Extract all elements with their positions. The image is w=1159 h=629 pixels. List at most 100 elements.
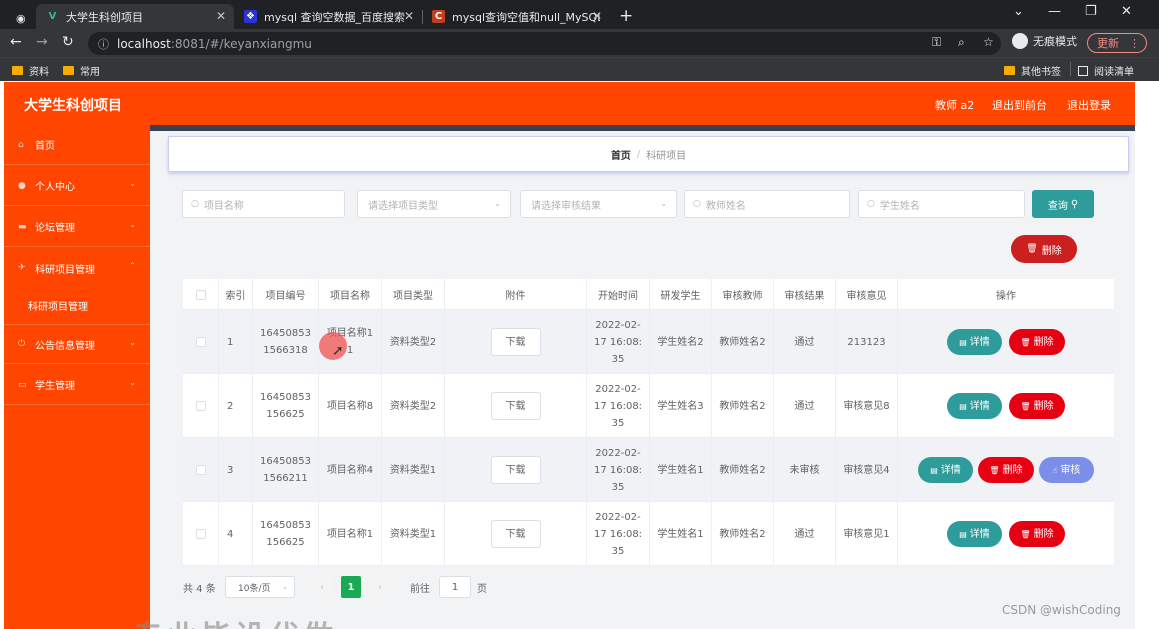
code-line: 16450853	[260, 520, 311, 531]
actions-cell: ▤ 详情 🗑 删除	[898, 374, 1114, 438]
download-button[interactable]: 下载	[490, 328, 541, 356]
goto-page-input[interactable]: 1	[439, 576, 471, 598]
reload-icon[interactable]: ↻	[62, 34, 74, 50]
reading-list[interactable]: 阅读清单	[1078, 63, 1134, 78]
breadcrumb-home[interactable]: 首页	[611, 147, 631, 162]
select-all-checkbox[interactable]	[195, 289, 206, 300]
browser-tab-strip: ◉ V 大学生科创项目 ✕ ❖ mysql 查询空数据_百度搜索 ✕ C mys…	[0, 0, 1159, 29]
url-input[interactable]: ⓘ localhost :8081/#/keyanxiangmu	[88, 32, 1001, 55]
key-icon[interactable]: ⚿	[932, 35, 941, 50]
bookmark-star-icon[interactable]: ☆	[983, 35, 994, 49]
sidebar-item-forum[interactable]: ▬ 论坛管理 ⌄	[4, 207, 150, 247]
search-icon: ○	[693, 199, 701, 209]
row-checkbox[interactable]	[195, 401, 206, 411]
student-icon: ▭	[18, 379, 27, 390]
update-button[interactable]: 更新 ⋮	[1087, 33, 1147, 53]
trash-icon: 🗑	[989, 465, 1000, 475]
maximize-icon[interactable]: ❐	[1085, 4, 1097, 19]
row-checkbox[interactable]	[195, 337, 206, 347]
date-line: 35	[611, 417, 625, 429]
sidebar-item-research[interactable]: ✈ 科研项目管理 ⌃	[4, 248, 150, 288]
window-close-icon[interactable]: ✕	[1121, 4, 1132, 19]
next-page-button[interactable]: ›	[370, 576, 390, 598]
page-size-select[interactable]: 10条/页 ⌄	[225, 576, 295, 598]
row-checkbox[interactable]	[195, 465, 206, 475]
student-name-input[interactable]: ○ 学生姓名	[858, 190, 1025, 218]
project-name-input[interactable]: ○ 项目名称	[182, 190, 345, 218]
app-title: 大学生科创项目	[24, 98, 122, 114]
chrome-menu-icon[interactable]: ◉	[6, 6, 26, 31]
site-info-icon[interactable]: ⓘ	[98, 36, 109, 52]
select-placeholder: 请选择项目类型	[368, 200, 438, 212]
delete-button[interactable]: 🗑 删除	[1009, 521, 1065, 547]
detail-button[interactable]: ▤ 详情	[947, 329, 1002, 355]
zoom-icon[interactable]: ⌕	[958, 35, 965, 50]
row-checkbox[interactable]	[195, 529, 206, 539]
logout-link[interactable]: 退出登录	[1067, 97, 1111, 113]
student-cell: 学生姓名2	[650, 310, 712, 374]
delete-button[interactable]: 🗑 删除	[978, 457, 1034, 483]
prev-page-button[interactable]: ‹	[312, 576, 332, 598]
csdn-icon: C	[432, 10, 445, 23]
exit-to-front-link[interactable]: 退出到前台	[992, 97, 1047, 113]
date-line: 35	[611, 481, 625, 493]
page-number-current[interactable]: 1	[341, 576, 361, 598]
bookmark-folder[interactable]: 资料	[12, 63, 49, 78]
incognito-profile[interactable]: 无痕模式	[1012, 33, 1077, 49]
delete-button[interactable]: 🗑 删除	[1009, 329, 1065, 355]
more-menu-icon[interactable]: ⋮	[1129, 37, 1140, 50]
audit-result-select[interactable]: 请选择审核结果 ⌄	[520, 190, 677, 218]
query-label: 查询	[1047, 200, 1068, 212]
forward-icon[interactable]: →	[36, 34, 48, 50]
mouse-cursor-icon: ➚	[332, 343, 344, 359]
code-cell: 16450853 1566211	[253, 438, 319, 502]
reading-list-icon	[1078, 65, 1088, 76]
detail-button[interactable]: ▤ 详情	[918, 457, 973, 483]
sidebar-item-label: 首页	[35, 141, 55, 152]
sidebar-item-home[interactable]: ⌂ 首页	[4, 125, 150, 165]
column-header: 操作	[996, 291, 1016, 302]
window-edge	[1135, 82, 1159, 629]
teacher-name-input[interactable]: ○ 教师姓名	[684, 190, 850, 218]
sidebar-item-label: 学生管理	[35, 381, 75, 392]
query-button[interactable]: 查询 ⚲	[1032, 190, 1094, 218]
delete-button[interactable]: 🗑 删除	[1009, 393, 1065, 419]
folder-icon	[1004, 66, 1015, 75]
sidebar-item-profile[interactable]: ● 个人中心 ⌄	[4, 166, 150, 206]
bottom-overlay-text: 专业毕设代做	[133, 612, 337, 629]
detail-label: 详情	[969, 528, 990, 540]
audit-button[interactable]: ☝ 审核	[1039, 457, 1094, 483]
bookmark-folder[interactable]: 常用	[63, 63, 100, 78]
browser-tab[interactable]: ❖ mysql 查询空数据_百度搜索 ✕	[234, 4, 422, 29]
search-icon: ⚲	[1070, 198, 1079, 210]
detail-button[interactable]: ▤ 详情	[947, 521, 1002, 547]
result-cell: 通过	[774, 374, 836, 438]
back-icon[interactable]: ←	[10, 34, 22, 50]
project-type-select[interactable]: 请选择项目类型 ⌄	[357, 190, 511, 218]
new-tab-icon[interactable]: +	[619, 6, 633, 26]
browser-tab[interactable]: C mysql查询空值和null_MySQL数 ✕	[422, 4, 610, 29]
download-button[interactable]: 下载	[490, 456, 541, 484]
page-size-label: 10条/页	[238, 583, 271, 594]
close-icon[interactable]: ✕	[592, 9, 602, 23]
minimize-icon[interactable]: —	[1048, 4, 1061, 19]
bookmark-label: 其他书签	[1021, 67, 1061, 78]
bookmark-label: 资料	[29, 67, 49, 78]
tab-search-icon[interactable]: ⌄	[1013, 4, 1024, 19]
sidebar-item-student[interactable]: ▭ 学生管理 ⌄	[4, 365, 150, 405]
actions-cell: ▤ 详情 🗑 删除 ☝ 审核	[898, 438, 1114, 502]
audit-label: 审核	[1060, 464, 1081, 476]
trash-icon: 🗑	[1020, 529, 1031, 539]
sidebar-item-notice[interactable]: ⏻ 公告信息管理 ⌄	[4, 324, 150, 364]
sidebar-subitem-research-manage[interactable]: 科研项目管理	[4, 287, 150, 323]
detail-button[interactable]: ▤ 详情	[947, 393, 1002, 419]
table-row: 2 16450853 156625 项目名称8 资料类型2 下载 2022-02-…	[183, 374, 1114, 438]
download-button[interactable]: 下载	[490, 392, 541, 420]
other-bookmarks[interactable]: 其他书签	[1004, 63, 1061, 78]
close-icon[interactable]: ✕	[216, 9, 226, 23]
download-button[interactable]: 下载	[490, 520, 541, 548]
browser-tab-active[interactable]: V 大学生科创项目 ✕	[36, 4, 234, 29]
batch-delete-button[interactable]: 🗑 删除	[1011, 235, 1077, 263]
close-icon[interactable]: ✕	[404, 9, 414, 23]
result-cell: 通过	[774, 310, 836, 374]
